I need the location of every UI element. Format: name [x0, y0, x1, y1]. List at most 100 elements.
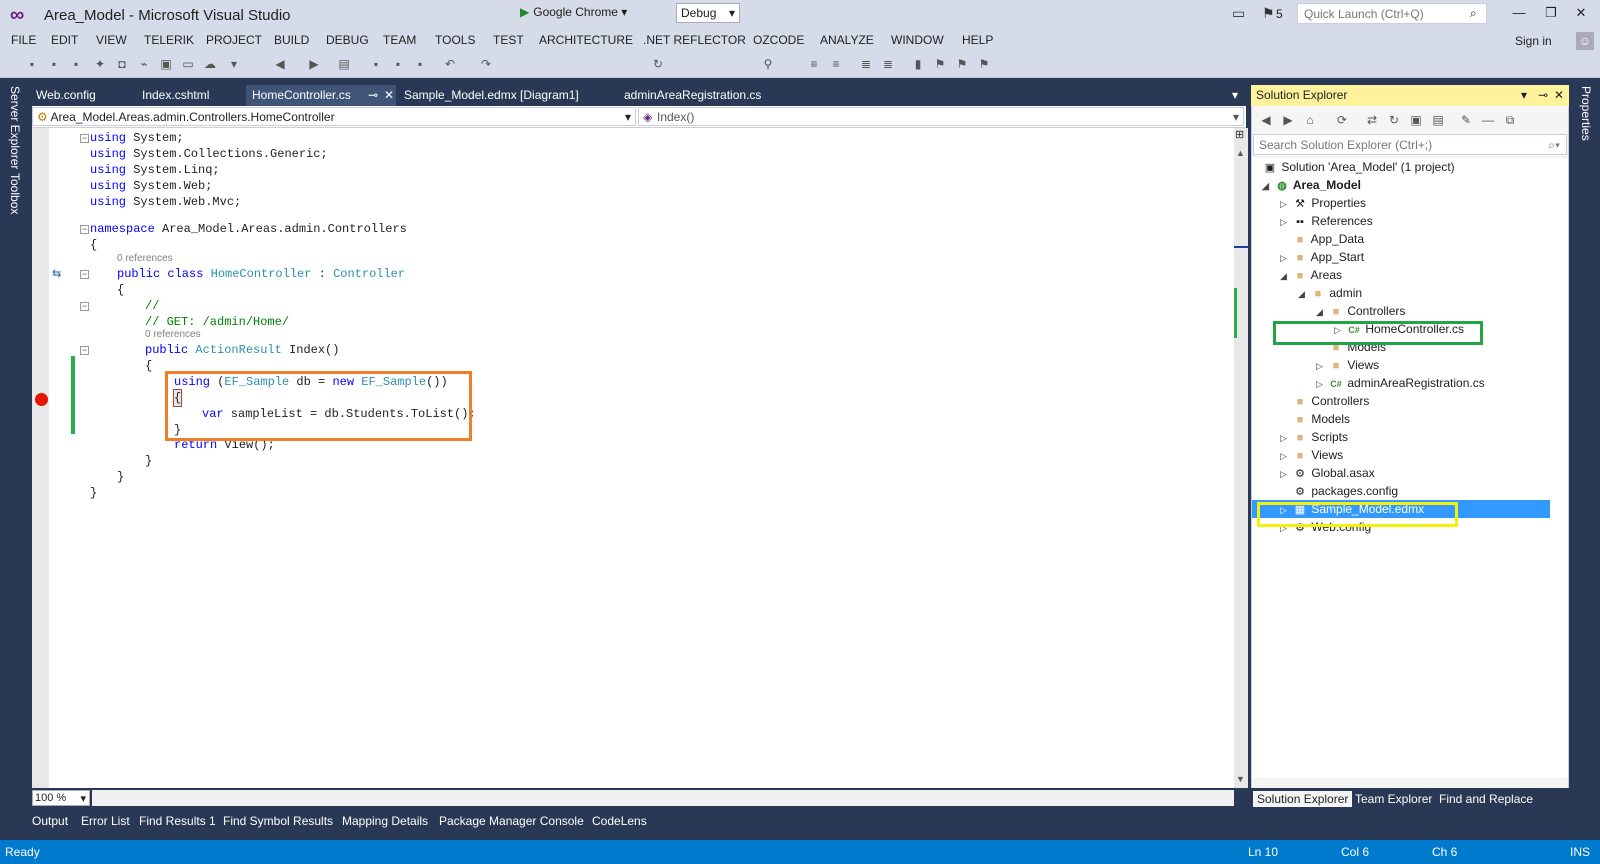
toolbox-tab[interactable]: Toolbox [8, 173, 22, 214]
expanded-arrow-icon[interactable]: ◢ [1298, 285, 1310, 303]
refresh-icon[interactable]: ↻ [650, 56, 666, 72]
tree-item-app-data[interactable]: ■ App_Data [1280, 230, 1364, 248]
menu-team[interactable]: TEAM [383, 33, 416, 47]
start-debugging-button[interactable]: ▶ Google Chrome ▾ [520, 3, 627, 23]
save-file-icon[interactable]: ▪ [390, 56, 406, 72]
collapse-icon[interactable]: − [80, 270, 89, 279]
pin-icon[interactable]: ⊸ [368, 88, 378, 102]
collapse-all-icon[interactable]: ▣ [1408, 112, 1424, 128]
scroll-down-icon[interactable]: ▼ [1236, 774, 1245, 784]
tab-find-and-replace[interactable]: Find and Replace [1435, 791, 1537, 807]
code-editor[interactable]: − using System; using System.Collections… [32, 128, 1234, 788]
collapsed-arrow-icon[interactable]: ▷ [1280, 195, 1292, 213]
expanded-arrow-icon[interactable]: ◢ [1280, 267, 1292, 285]
sync-icon[interactable]: ⟳ [1334, 112, 1350, 128]
editor-vertical-scrollbar[interactable]: ⊞ ▲ ▼ [1234, 128, 1248, 788]
collapsed-arrow-icon[interactable]: ▷ [1280, 429, 1292, 447]
collapsed-arrow-icon[interactable]: ▷ [1316, 375, 1328, 393]
comment-icon[interactable]: ≡ [806, 56, 822, 72]
tab-output[interactable]: Output [32, 814, 68, 828]
back-icon[interactable]: ◀ [1258, 112, 1274, 128]
tab-team-explorer[interactable]: Team Explorer [1351, 791, 1436, 807]
camera-icon[interactable]: ◘ [114, 56, 130, 72]
tab-find-results[interactable]: Find Results 1 [139, 814, 216, 828]
tab-admin-area-registration[interactable]: adminAreaRegistration.cs [618, 85, 767, 106]
forward-icon[interactable]: ▶ [1280, 112, 1296, 128]
next-bookmark-icon[interactable]: ⚑ [954, 56, 970, 72]
chevron-down-icon[interactable]: ▾ [1521, 88, 1527, 102]
tree-item-controllers[interactable]: ■ Controllers [1280, 392, 1370, 410]
wand-icon[interactable]: ✦ [92, 56, 108, 72]
expanded-arrow-icon[interactable]: ◢ [1316, 303, 1328, 321]
show-all-files-icon[interactable]: ▤ [1430, 112, 1446, 128]
home-icon[interactable]: ⌂ [1302, 112, 1318, 128]
notification-flag-icon[interactable]: ⚑ [1262, 5, 1275, 22]
tree-item-references[interactable]: ▷ ▪▪ References [1280, 212, 1373, 230]
save-all-icon[interactable]: ▪ [412, 56, 428, 72]
menu-edit[interactable]: EDIT [51, 33, 78, 47]
menu-architecture[interactable]: ARCHITECTURE [539, 33, 633, 47]
close-tab-icon[interactable]: ✕ [384, 88, 394, 102]
menu-build[interactable]: BUILD [274, 33, 309, 47]
tab-home-controller[interactable]: HomeController.cs ⊸ ✕ [246, 85, 396, 106]
tab-overflow-chevron-icon[interactable]: ▾ [1232, 88, 1238, 102]
close-button[interactable]: ✕ [1570, 5, 1592, 23]
tree-item-global-asax[interactable]: ▷ ⚙ Global.asax [1280, 464, 1375, 482]
pin-icon[interactable]: ⊸ [1538, 88, 1548, 102]
tab-find-symbol-results[interactable]: Find Symbol Results [223, 814, 333, 828]
menu-debug[interactable]: DEBUG [326, 33, 369, 47]
menu-analyze[interactable]: ANALYZE [820, 33, 874, 47]
navigate-forward-icon[interactable]: ▶ [306, 56, 322, 72]
pending-changes-icon[interactable]: ⇄ [1364, 112, 1380, 128]
scroll-up-icon[interactable]: ▲ [1236, 148, 1245, 158]
screen-icon[interactable]: ▣ [158, 56, 174, 72]
feedback-icon[interactable]: ▭ [1232, 5, 1245, 22]
codelens-references[interactable]: 0 references [117, 253, 173, 264]
navigate-back-icon[interactable]: ◀ [272, 56, 288, 72]
collapsed-arrow-icon[interactable]: ▷ [1280, 213, 1292, 231]
editor-horizontal-scrollbar[interactable] [92, 790, 1234, 806]
tab-web-config[interactable]: Web.config [30, 85, 102, 106]
tree-item-views[interactable]: ▷ ■ Views [1280, 446, 1343, 464]
collapsed-arrow-icon[interactable]: ▷ [1280, 249, 1292, 267]
tree-item-areas[interactable]: ◢ ■ Areas [1280, 266, 1342, 284]
menu-ozcode[interactable]: OZCODE [753, 33, 804, 47]
uncomment-icon[interactable]: ≡ [828, 56, 844, 72]
tab-sample-model-diagram[interactable]: Sample_Model.edmx [Diagram1] [398, 85, 585, 106]
menu-file[interactable]: FILE [11, 33, 36, 47]
new-project-icon[interactable]: ▪ [24, 56, 40, 72]
tree-item-models[interactable]: ■ Models [1280, 410, 1350, 428]
open-icon[interactable]: ▪ [46, 56, 62, 72]
menu-net-reflector[interactable]: .NET REFLECTOR [643, 33, 746, 47]
split-icon[interactable]: ⊞ [1235, 128, 1244, 141]
open-file-icon[interactable]: ▪ [368, 56, 384, 72]
collapse-icon[interactable]: − [80, 346, 89, 355]
cloud-icon[interactable]: ☁ [202, 56, 218, 72]
collapsed-arrow-icon[interactable]: ▷ [1280, 447, 1292, 465]
tab-solution-explorer[interactable]: Solution Explorer [1253, 791, 1353, 807]
tree-item-scripts[interactable]: ▷ ■ Scripts [1280, 428, 1348, 446]
quick-launch-input[interactable]: Quick Launch (Ctrl+Q) [1297, 3, 1487, 24]
collapse-icon[interactable]: − [80, 134, 89, 143]
collapse-icon[interactable]: − [80, 225, 89, 234]
outdent-icon[interactable]: ≣ [880, 56, 896, 72]
member-dropdown[interactable]: ◈ Index() ▾ [638, 107, 1244, 126]
tree-item-solution[interactable]: ▣ Solution 'Area_Model' (1 project) [1262, 158, 1455, 176]
tab-index-cshtml[interactable]: Index.cshtml [136, 85, 215, 106]
tab-mapping-details[interactable]: Mapping Details [342, 814, 428, 828]
editor-gutter[interactable] [32, 128, 49, 788]
user-avatar-icon[interactable]: ☺ [1576, 32, 1594, 50]
tree-item-admin-views[interactable]: ▷ ■ Views [1316, 356, 1379, 374]
codelens-references[interactable]: 0 references [145, 329, 201, 340]
minimize-button[interactable]: — [1508, 5, 1530, 23]
collapse-icon[interactable]: − [80, 302, 89, 311]
tree-item-app-start[interactable]: ▷ ■ App_Start [1280, 248, 1364, 266]
restore-button[interactable]: ❐ [1540, 5, 1562, 23]
server-explorer-tab[interactable]: Server Explorer [8, 86, 22, 169]
tree-item-project[interactable]: ◢ ◍ Area_Model [1262, 176, 1361, 194]
find-icon[interactable]: ⚲ [760, 56, 776, 72]
configuration-select[interactable]: Debug ▾ [676, 3, 740, 23]
tree-item-admin-area-registration[interactable]: ▷ C# adminAreaRegistration.cs [1316, 374, 1485, 392]
tab-package-manager-console[interactable]: Package Manager Console [439, 814, 584, 828]
database-icon[interactable]: ▭ [180, 56, 196, 72]
